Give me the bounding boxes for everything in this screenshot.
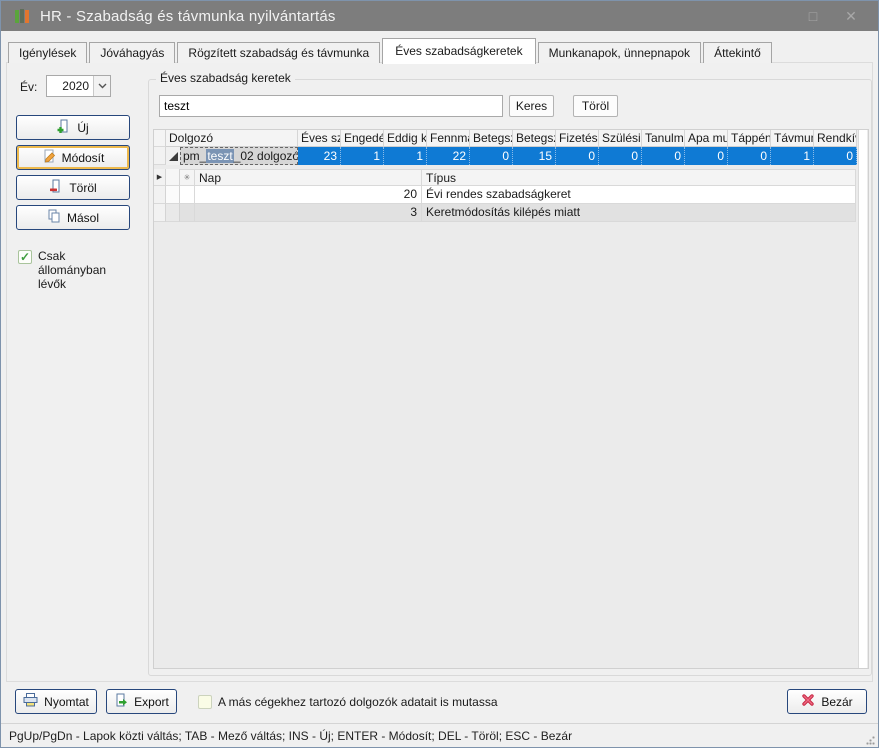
checkmark-icon[interactable]: ✓ xyxy=(18,250,32,264)
detail-tipus-value[interactable]: Évi rendes szabadságkeret xyxy=(422,186,856,204)
chevron-down-icon[interactable] xyxy=(93,76,110,96)
search-button[interactable]: Keres xyxy=(509,95,554,117)
cell-engedely[interactable]: 1 xyxy=(341,147,384,165)
grid-header-row: ✳ Dolgozó Éves sza Engedél Eddig kiv Fen… xyxy=(154,130,857,147)
employee-name-cell[interactable]: pm_teszt_02 dolgozó xyxy=(180,147,298,165)
detail-tipus-value[interactable]: Keretmódosítás kilépés miatt xyxy=(422,204,856,222)
status-text: PgUp/PgDn - Lapok közti váltás; TAB - Me… xyxy=(9,729,572,743)
copy-pages-icon xyxy=(47,209,61,226)
checkbox-empty-icon[interactable] xyxy=(198,695,212,709)
column-header-dolgozo[interactable]: Dolgozó xyxy=(166,130,298,147)
column-header-fizetes-nelkuli[interactable]: Fizetés n xyxy=(556,130,599,147)
column-header-tanulmanyi[interactable]: Tanulmá xyxy=(642,130,685,147)
close-button[interactable]: Bezár xyxy=(787,689,867,714)
copy-button[interactable]: Másol xyxy=(16,205,130,230)
column-header-tappenz[interactable]: Táppén: xyxy=(728,130,771,147)
window-title: HR - Szabadság és távmunka nyilvántartás xyxy=(40,8,336,25)
tab-attekinto[interactable]: Áttekintő xyxy=(703,42,772,63)
annual-leave-groupbox: Éves szabadság keretek Keres Töröl ✳ Dol… xyxy=(148,79,872,676)
cell-rendkivuli[interactable]: 0 xyxy=(814,147,857,165)
detail-column-nap[interactable]: Nap xyxy=(195,169,422,186)
export-icon xyxy=(114,693,128,710)
cell-szulesi[interactable]: 0 xyxy=(599,147,642,165)
page-plus-icon xyxy=(57,119,71,136)
column-header-fennmarado[interactable]: Fennma xyxy=(427,130,470,147)
cell-eddig-kivett[interactable]: 1 xyxy=(384,147,427,165)
detail-nap-value[interactable]: 20 xyxy=(195,186,422,204)
detail-row[interactable]: 20 Évi rendes szabadságkeret xyxy=(180,186,856,204)
tab-strip: Igénylések Jóváhagyás Rögzített szabadsá… xyxy=(8,37,774,63)
detail-row[interactable]: 3 Keretmódosítás kilépés miatt xyxy=(180,204,856,222)
tab-jovahagyas[interactable]: Jóváhagyás xyxy=(89,42,175,63)
tab-igenylesek[interactable]: Igénylések xyxy=(8,42,87,63)
print-button[interactable]: Nyomtat xyxy=(15,689,97,714)
app-window: HR - Szabadság és távmunka nyilvántartás… xyxy=(0,0,879,748)
column-header-rendkivuli[interactable]: Rendkív xyxy=(814,130,857,147)
red-x-icon xyxy=(801,693,815,710)
close-window-button[interactable]: ✕ xyxy=(832,1,870,31)
tab-page: Év: 2020 Új Módosít xyxy=(6,62,873,682)
search-match-highlight: teszt xyxy=(206,149,233,163)
column-header-betegszabadsag-2[interactable]: Betegsz: xyxy=(513,130,556,147)
cell-fizetes-nelkuli[interactable]: 0 xyxy=(556,147,599,165)
column-header-szulesi[interactable]: Szülési s xyxy=(599,130,642,147)
delete-button[interactable]: Töröl xyxy=(16,175,130,200)
cell-tavmunka[interactable]: 1 xyxy=(771,147,814,165)
cell-tappenz[interactable]: 0 xyxy=(728,147,771,165)
app-icon xyxy=(13,8,31,25)
printer-icon xyxy=(23,693,38,710)
new-button[interactable]: Új xyxy=(16,115,130,140)
resize-grip-icon[interactable] xyxy=(866,736,875,745)
row-indicator-column: ▶ xyxy=(154,130,166,222)
cell-betegszabadsag-2[interactable]: 15 xyxy=(513,147,556,165)
expand-icon[interactable] xyxy=(166,147,180,165)
only-staff-checkbox[interactable]: ✓ Csak állományban lévők xyxy=(18,249,136,291)
leave-grid: ✳ Dolgozó Éves sza Engedél Eddig kiv Fen… xyxy=(153,129,869,669)
cell-betegszabadsag-1[interactable]: 0 xyxy=(470,147,513,165)
other-companies-label: A más cégekhez tartozó dolgozók adatait … xyxy=(218,695,498,709)
title-bar[interactable]: HR - Szabadság és távmunka nyilvántartás… xyxy=(1,1,878,31)
page-minus-icon xyxy=(49,179,63,196)
edit-button[interactable]: Módosít xyxy=(16,145,130,170)
only-staff-label: Csak állományban lévők xyxy=(38,249,136,291)
tab-eves-szabadsagkeretek[interactable]: Éves szabadságkeretek xyxy=(382,38,535,64)
column-header-eddig-kivett[interactable]: Eddig kiv xyxy=(384,130,427,147)
tab-rogzitett-szabadsag[interactable]: Rögzített szabadság és távmunka xyxy=(177,42,380,63)
column-header-tavmunka[interactable]: Távmunl xyxy=(771,130,814,147)
column-header-engedely[interactable]: Engedél xyxy=(341,130,384,147)
year-value: 2020 xyxy=(47,79,93,93)
tab-munkanapok[interactable]: Munkanapok, ünnepnapok xyxy=(538,42,701,63)
cell-tanulmanyi[interactable]: 0 xyxy=(642,147,685,165)
year-label: Év: xyxy=(20,80,37,94)
detail-header-row: ✳ Nap Típus xyxy=(180,169,856,186)
detail-column-tipus[interactable]: Típus xyxy=(422,169,856,186)
detail-nap-value[interactable]: 3 xyxy=(195,204,422,222)
status-bar: PgUp/PgDn - Lapok közti váltás; TAB - Me… xyxy=(1,723,878,748)
column-header-betegszabadsag-1[interactable]: Betegsz xyxy=(470,130,513,147)
expand-column xyxy=(166,169,180,222)
year-select[interactable]: 2020 xyxy=(46,75,111,97)
column-header-eves[interactable]: Éves sza xyxy=(298,130,341,147)
export-button[interactable]: Export xyxy=(106,689,177,714)
groupbox-title: Éves szabadság keretek xyxy=(156,71,295,85)
cell-apa-munkaido[interactable]: 0 xyxy=(685,147,728,165)
detail-filter-icon: ✳ xyxy=(180,169,195,186)
maximize-button[interactable]: □ xyxy=(794,1,832,31)
employee-row[interactable]: pm_teszt_02 dolgozó 23 1 1 22 0 15 0 0 0… xyxy=(166,147,857,165)
pencil-icon xyxy=(42,149,56,166)
search-input[interactable] xyxy=(159,95,503,117)
cell-eves[interactable]: 23 xyxy=(298,147,341,165)
column-header-apa-munkaido[interactable]: Apa mur xyxy=(685,130,728,147)
row-indicator-icon: ▶ xyxy=(154,169,166,186)
vertical-scrollbar[interactable] xyxy=(858,130,867,668)
cell-fennmarado[interactable]: 22 xyxy=(427,147,470,165)
clear-search-button[interactable]: Töröl xyxy=(573,95,618,117)
other-companies-checkbox[interactable]: A más cégekhez tartozó dolgozók adatait … xyxy=(198,694,498,709)
